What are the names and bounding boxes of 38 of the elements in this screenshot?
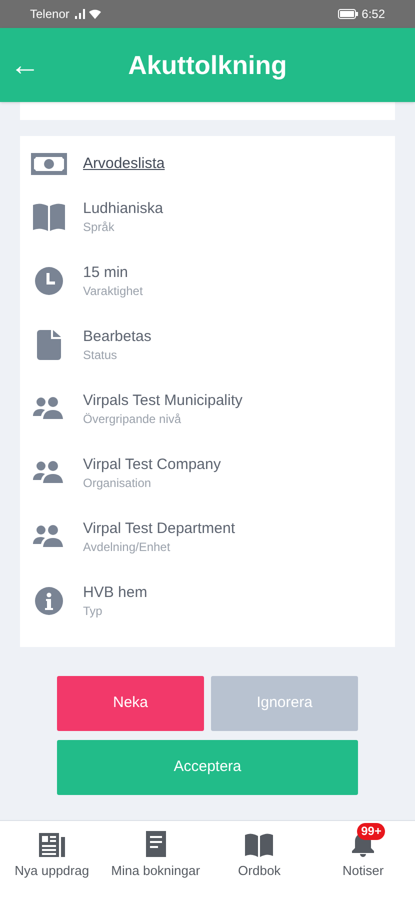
detail-value: Virpals Test Municipality [83, 391, 243, 411]
people-icon [33, 397, 65, 421]
detail-label: Språk [83, 219, 116, 235]
file-icon [37, 330, 61, 360]
book-icon [245, 833, 274, 857]
detail-label: Varaktighet [83, 283, 143, 299]
detail-value: Ludhianiska [83, 199, 164, 219]
detail-value: Bearbetas [83, 327, 152, 347]
notification-badge: 99+ [357, 823, 386, 840]
detail-value: 15 min [83, 263, 130, 283]
fee-list-link[interactable]: Arvodeslista [83, 152, 165, 176]
detail-value: Virpal Test Company [83, 455, 221, 475]
battery-icon [338, 9, 358, 19]
book-icon [33, 203, 65, 231]
clock-time: 6:52 [362, 6, 385, 23]
signal-icon [73, 9, 86, 19]
banknote-icon [31, 153, 67, 175]
nav-tab[interactable]: Nya uppdrag [0, 821, 104, 880]
detail-value: HVB hem [83, 583, 148, 603]
clock-icon [35, 267, 63, 295]
decline-button[interactable]: Neka [57, 676, 204, 731]
nav-tab[interactable]: Mina bokningar [104, 821, 208, 880]
wifi-icon [89, 9, 102, 19]
detail-label: Avdelning/Enhet [83, 539, 172, 555]
detail-label: Typ [83, 603, 104, 619]
nav-tab[interactable]: 99+ Notiser [311, 821, 415, 880]
detail-label: Status [83, 347, 118, 363]
nav-tab[interactable]: Ordbok [208, 821, 312, 880]
newspaper-icon [38, 833, 65, 857]
detail-label: Övergripande nivå [83, 411, 182, 427]
document-icon [146, 831, 166, 857]
detail-label: Organisation [83, 475, 152, 491]
info-icon [35, 587, 63, 615]
carrier-name: Telenor [30, 6, 70, 23]
screen-title: Akuttolkning [128, 48, 287, 82]
detail-value: Virpal Test Department [83, 519, 236, 539]
people-icon [33, 461, 65, 485]
people-icon [33, 525, 65, 549]
